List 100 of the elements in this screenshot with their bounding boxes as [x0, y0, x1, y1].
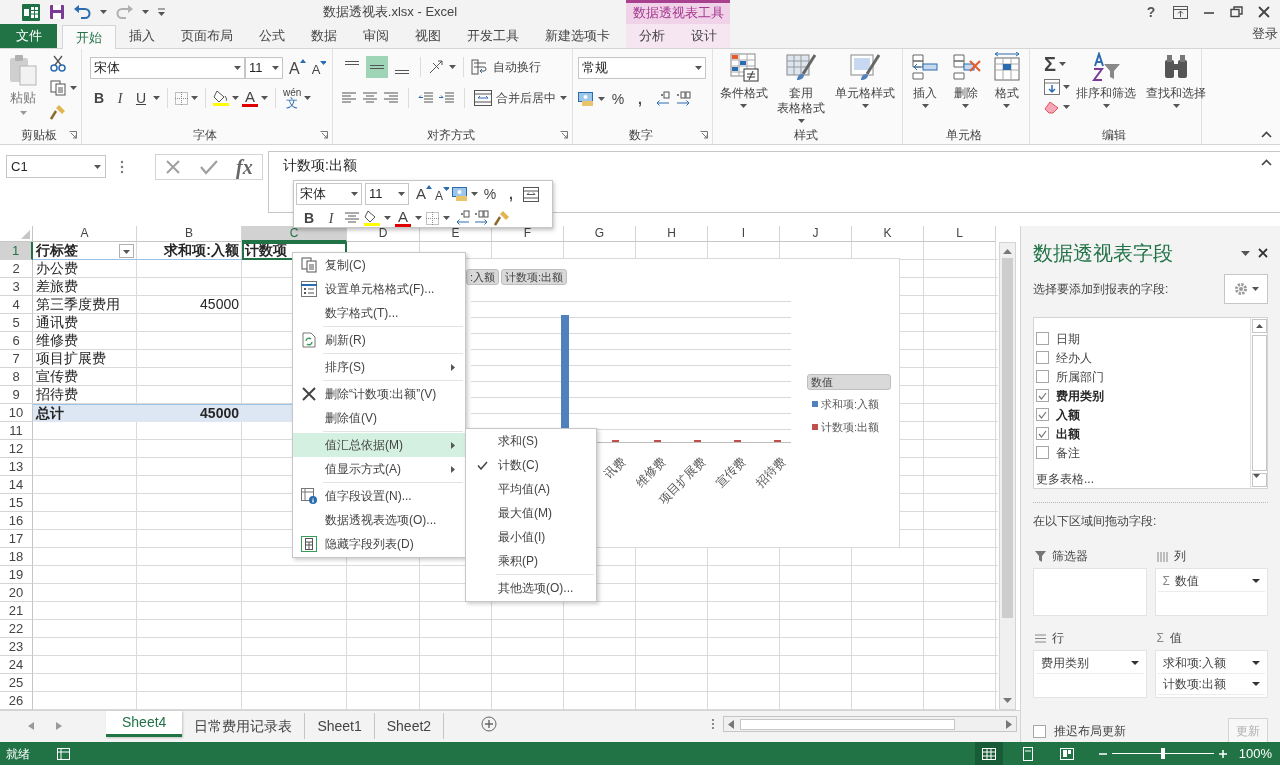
ribbon-tab[interactable]: 分析 [633, 24, 671, 48]
defer-checkbox[interactable]: 推迟布局更新 [1033, 722, 1228, 740]
dropdown-arrow-icon[interactable] [142, 10, 149, 14]
macro-record-icon[interactable] [57, 747, 70, 760]
row-header[interactable]: 9 [0, 386, 33, 404]
field-button[interactable]: :入额 [466, 269, 500, 285]
delete-cells-button[interactable]: 删除 [946, 49, 986, 108]
zoom-slider[interactable] [1111, 748, 1214, 759]
ribbon-tab[interactable]: 开始 [62, 25, 116, 49]
dropdown-arrow-icon[interactable] [449, 65, 456, 69]
scroll-up-icon[interactable] [1003, 248, 1012, 254]
drop-area[interactable]: 求和项:入额 计数项:出额 [1154, 650, 1268, 698]
sheet-tab[interactable]: Sheet1 [305, 713, 375, 739]
font-color-button[interactable]: A [242, 89, 258, 107]
field-checkbox[interactable]: 经办人 [1036, 348, 1250, 367]
ribbon-tab[interactable]: 公式 [246, 24, 298, 48]
field-button[interactable]: 费用类别 [1036, 653, 1144, 674]
dropdown-arrow-icon[interactable] [1059, 62, 1066, 66]
restore-icon[interactable] [1230, 6, 1243, 18]
close-icon[interactable] [1258, 248, 1268, 258]
ribbon-tab[interactable]: 设计 [685, 24, 723, 48]
dropdown-arrow-icon[interactable] [598, 97, 605, 101]
settings-button[interactable] [1224, 274, 1268, 304]
menu-item[interactable]: 计数(C) [466, 453, 596, 477]
fill-color-icon[interactable] [364, 210, 380, 226]
comma-style-button[interactable]: , [502, 183, 521, 205]
menu-item[interactable]: 求和(S) [466, 429, 596, 453]
row-header[interactable]: 16 [0, 512, 33, 530]
vertical-scrollbar[interactable] [999, 242, 1016, 710]
menu-item[interactable]: 平均值(A) [466, 477, 596, 501]
format-painter-icon[interactable] [50, 104, 66, 120]
row-header[interactable]: 14 [0, 476, 33, 494]
ribbon-tab[interactable]: 视图 [402, 24, 454, 48]
copy-icon[interactable] [50, 80, 66, 96]
autosum-button[interactable]: Σ [1044, 54, 1056, 74]
column-header[interactable]: L [924, 226, 996, 242]
row-header[interactable]: 6 [0, 332, 33, 350]
ribbon-tab[interactable]: 审阅 [350, 24, 402, 48]
zoom-level[interactable]: 100% [1238, 743, 1272, 764]
zoom-slider-thumb[interactable] [1160, 748, 1165, 759]
sheet-tab[interactable]: Sheet4 [106, 711, 183, 737]
formula-bar-grip-icon[interactable] [120, 160, 124, 174]
sheet-tab[interactable]: Sheet2 [374, 713, 445, 739]
field-checkbox[interactable]: 所属部门 [1036, 367, 1250, 386]
row-header[interactable]: 19 [0, 566, 33, 584]
dropdown-arrow-icon[interactable] [153, 96, 160, 100]
shrink-font-button[interactable]: A [311, 57, 327, 79]
grow-font-button[interactable]: A [416, 183, 432, 205]
ribbon-tab[interactable]: 新建选项卡 [532, 24, 623, 48]
sheet-tab[interactable]: 日常费用记录表 [182, 713, 306, 739]
menu-item[interactable]: 其他选项(O)... [466, 576, 596, 600]
dialog-launcher-icon[interactable] [560, 130, 568, 139]
cancel-icon[interactable] [165, 159, 182, 175]
increase-decimal-icon[interactable] [454, 210, 470, 226]
row-header[interactable]: 12 [0, 440, 33, 458]
drop-area[interactable]: 费用类别 [1033, 650, 1147, 698]
borders-icon[interactable] [175, 91, 188, 105]
row-header[interactable]: 5 [0, 314, 33, 332]
field-checkbox[interactable]: 入额 [1036, 405, 1250, 424]
column-header[interactable]: J [780, 226, 852, 242]
column-header[interactable]: G [564, 226, 636, 242]
pane-options-icon[interactable] [1241, 250, 1250, 256]
percent-button[interactable]: % [481, 183, 500, 205]
dialog-launcher-icon[interactable] [69, 130, 77, 139]
tab-splitter-icon[interactable] [711, 718, 716, 730]
wrap-text-button[interactable]: 自动换行 [471, 56, 541, 78]
more-tables-link[interactable]: 更多表格... [1036, 470, 1250, 488]
dropdown-arrow-icon[interactable] [304, 96, 312, 100]
eraser-icon[interactable] [1044, 100, 1060, 114]
field-button[interactable]: Σ 数值 [1157, 571, 1265, 592]
phonetic-guide-button[interactable]: wén 文 [283, 87, 302, 109]
column-header[interactable]: B [137, 226, 242, 242]
name-box[interactable]: C1 [6, 155, 106, 178]
number-format-field[interactable]: 常规 [578, 57, 706, 79]
row-header[interactable]: 7 [0, 350, 33, 368]
zoom-in-icon[interactable] [1218, 749, 1227, 758]
legend-field-button[interactable]: 数值 [807, 374, 891, 390]
row-header[interactable]: 24 [0, 656, 33, 674]
insert-cells-button[interactable]: 插入 [905, 49, 946, 108]
field-button[interactable]: 计数项:出额 [501, 269, 568, 285]
currency-format-icon[interactable] [452, 186, 469, 202]
dropdown-arrow-icon[interactable] [415, 216, 422, 220]
format-painter-icon[interactable] [494, 210, 510, 226]
collapse-formula-bar-icon[interactable] [1261, 159, 1272, 166]
add-sheet-icon[interactable] [481, 716, 498, 732]
row-header[interactable]: 15 [0, 494, 33, 512]
field-checkbox[interactable]: 出额 [1036, 424, 1250, 443]
dropdown-arrow-icon[interactable] [232, 96, 239, 100]
menu-item[interactable]: 乘积(P) [466, 549, 596, 573]
menu-item[interactable]: 最大值(M) [466, 501, 596, 525]
grow-font-button[interactable]: A [289, 57, 306, 79]
view-button[interactable] [974, 742, 1003, 765]
font-size-field[interactable]: 11 [245, 57, 283, 79]
dropdown-arrow-icon[interactable] [191, 96, 198, 100]
row-header[interactable]: 3 [0, 278, 33, 296]
row-header[interactable]: 25 [0, 674, 33, 692]
row-header[interactable]: 13 [0, 458, 33, 476]
row-header[interactable]: 8 [0, 368, 33, 386]
column-header[interactable]: A [33, 226, 137, 242]
scroll-up-icon[interactable] [1255, 324, 1263, 328]
